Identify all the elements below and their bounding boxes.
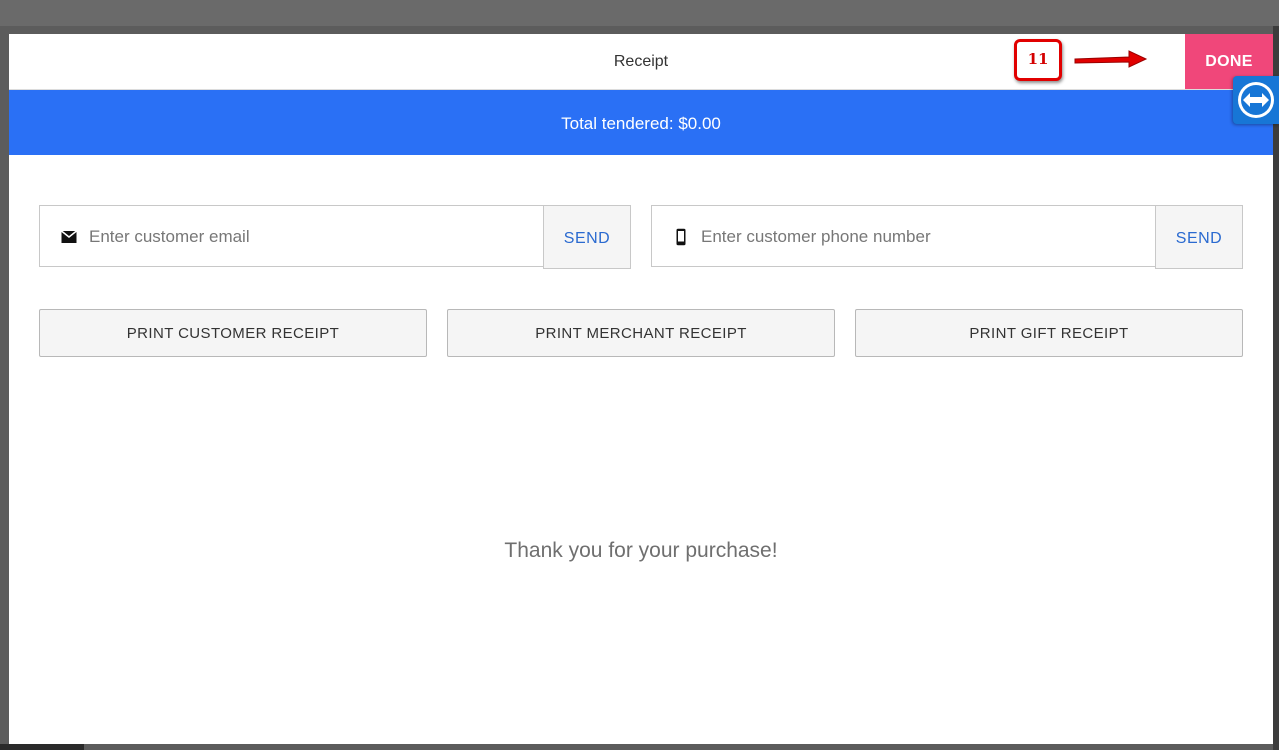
thank-you-message: Thank you for your purchase!	[504, 539, 778, 562]
annotation-arrow-icon	[1074, 50, 1148, 68]
print-merchant-receipt-button[interactable]: PRINT MERCHANT RECEIPT	[447, 309, 835, 357]
print-gift-receipt-button[interactable]: PRINT GIFT RECEIPT	[855, 309, 1243, 357]
teamviewer-icon[interactable]	[1233, 76, 1279, 124]
email-input[interactable]	[89, 220, 529, 254]
send-email-button[interactable]: SEND	[543, 205, 631, 269]
background-edge	[1273, 26, 1279, 750]
dialog-header: Receipt 11 DONE	[9, 34, 1273, 90]
print-customer-receipt-button[interactable]: PRINT CUSTOMER RECEIPT	[39, 309, 427, 357]
background-corner	[0, 744, 84, 750]
receipt-dialog: Receipt 11 DONE Total tendered: $0.00 SE…	[9, 34, 1273, 744]
phone-field[interactable]	[651, 205, 1156, 267]
phone-input[interactable]	[701, 220, 1141, 254]
background-window-strip	[0, 0, 1279, 26]
email-field[interactable]	[39, 205, 544, 267]
total-tendered-bar: Total tendered: $0.00	[9, 90, 1273, 155]
smartphone-icon	[676, 228, 686, 246]
send-phone-button[interactable]: SEND	[1155, 205, 1243, 269]
step-annotation-badge: 11	[1014, 39, 1062, 81]
mail-icon	[61, 230, 77, 243]
